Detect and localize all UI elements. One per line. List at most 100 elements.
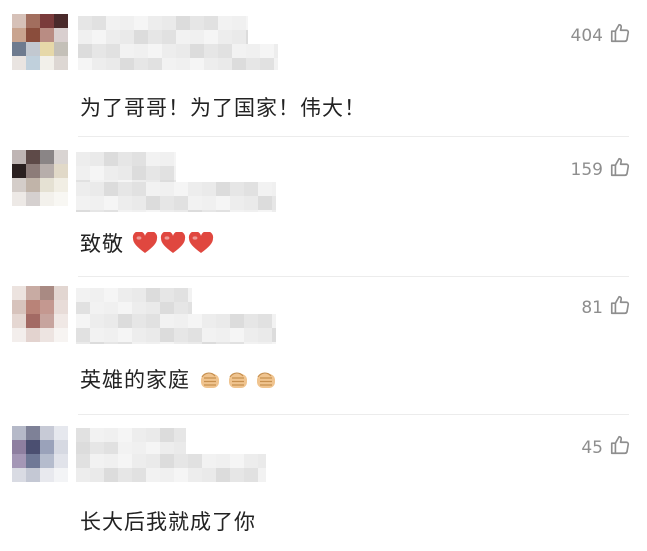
avatar-pixel (40, 164, 54, 178)
blur-pixel (90, 454, 104, 468)
blur-pixel (90, 210, 104, 212)
avatar-pixel (54, 454, 68, 468)
avatar-pixel (12, 286, 26, 300)
username-blurred[interactable] (76, 152, 176, 182)
blur-pixel (120, 16, 134, 30)
blur-pixel (132, 328, 146, 342)
like-button[interactable]: 45 (581, 434, 631, 461)
avatar-pixel (40, 454, 54, 468)
blur-pixel (146, 152, 160, 166)
avatar-pixel (40, 28, 54, 42)
avatar[interactable] (12, 150, 68, 206)
avatar-pixel (26, 300, 40, 314)
comment-item: 81 英雄的家庭 (0, 282, 647, 410)
blur-pixel (274, 44, 278, 58)
username-blurred[interactable] (78, 16, 248, 46)
blur-pixel (120, 58, 134, 70)
comment-item: 159 致敬 (0, 144, 647, 272)
avatar-pixel (26, 440, 40, 454)
blur-pixel (160, 454, 174, 468)
blur-pixel (146, 328, 160, 342)
blur-pixel (146, 288, 160, 302)
blur-pixel (188, 342, 202, 344)
avatar-pixel (40, 150, 54, 164)
meta-blurred (76, 182, 276, 212)
blur-pixel (216, 342, 230, 344)
blur-pixel (244, 468, 258, 482)
avatar[interactable] (12, 14, 68, 70)
fist-emoji (226, 369, 250, 391)
comment-item: 404 为了哥哥！为了国家！伟大！ (0, 0, 647, 128)
meta-blurred (76, 314, 276, 344)
blur-pixel (272, 210, 276, 212)
comment-body: 致敬 (80, 232, 124, 256)
avatar-pixel (54, 192, 68, 206)
like-button[interactable]: 404 (571, 22, 631, 49)
comment-body: 为了哥哥！为了国家！伟大！ (80, 96, 366, 120)
blur-pixel (160, 288, 174, 302)
blur-pixel (202, 182, 216, 196)
blur-pixel (104, 182, 118, 196)
avatar[interactable] (12, 286, 68, 342)
avatar-pixel (26, 328, 40, 342)
blur-pixel (216, 196, 230, 210)
divider (78, 414, 629, 415)
blur-pixel (104, 342, 118, 344)
blur-pixel (76, 182, 90, 196)
blur-pixel (174, 454, 188, 468)
blur-pixel (76, 152, 90, 166)
avatar-pixel (54, 164, 68, 178)
username-blurred[interactable] (76, 288, 192, 316)
thumbs-up-icon (609, 294, 631, 321)
blur-pixel (230, 468, 244, 482)
blur-pixel (202, 468, 216, 482)
blur-pixel (106, 16, 120, 30)
blur-pixel (104, 210, 118, 212)
avatar-pixel (12, 300, 26, 314)
avatar-pixel (12, 56, 26, 70)
like-count: 45 (581, 437, 603, 458)
blur-pixel (188, 314, 202, 328)
fist-emoji (254, 369, 278, 391)
blur-pixel (160, 196, 174, 210)
username-blurred[interactable] (76, 428, 186, 456)
blur-pixel (132, 288, 146, 302)
blur-pixel (202, 342, 216, 344)
like-button[interactable]: 159 (571, 156, 631, 183)
blur-pixel (160, 328, 174, 342)
blur-pixel (188, 328, 202, 342)
avatar-pixel (12, 454, 26, 468)
avatar-pixel (26, 42, 40, 56)
like-count: 81 (581, 297, 603, 318)
blur-pixel (260, 44, 274, 58)
blur-pixel (162, 44, 176, 58)
blur-pixel (76, 428, 90, 442)
blur-pixel (188, 468, 202, 482)
blur-pixel (90, 328, 104, 342)
thumbs-up-icon (609, 22, 631, 49)
avatar-pixel (40, 178, 54, 192)
blur-pixel (190, 58, 204, 70)
blur-pixel (90, 166, 104, 180)
blur-pixel (218, 44, 232, 58)
blur-pixel (148, 58, 162, 70)
blur-pixel (260, 58, 274, 70)
blur-pixel (160, 314, 174, 328)
avatar-pixel (40, 328, 54, 342)
blur-pixel (272, 196, 276, 210)
blur-pixel (146, 182, 160, 196)
avatar-pixel (54, 286, 68, 300)
avatar[interactable] (12, 426, 68, 482)
divider (78, 136, 629, 137)
blur-pixel (132, 166, 146, 180)
avatar-pixel (40, 56, 54, 70)
blur-pixel (244, 196, 258, 210)
avatar-pixel (26, 468, 40, 482)
blur-pixel (118, 314, 132, 328)
blur-pixel (132, 428, 146, 442)
blur-pixel (188, 210, 202, 212)
blur-pixel (244, 342, 258, 344)
like-button[interactable]: 81 (581, 294, 631, 321)
blur-pixel (118, 342, 132, 344)
blur-pixel (202, 314, 216, 328)
